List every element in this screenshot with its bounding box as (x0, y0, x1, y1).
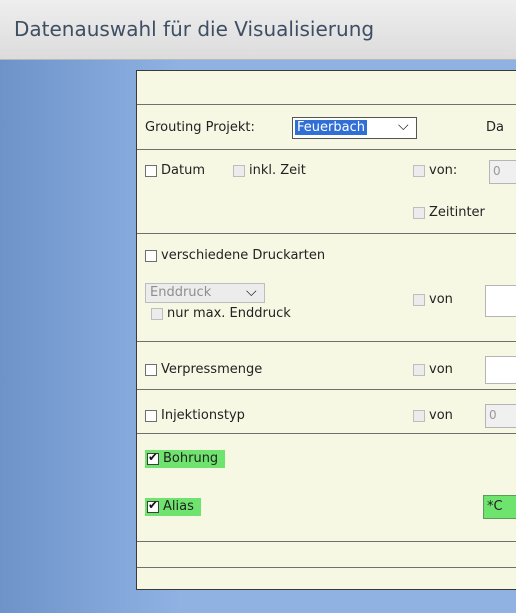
bohrung-label: Bohrung (163, 451, 219, 466)
max-enddruck-label: nur max. Enddruck (167, 306, 291, 321)
injektionstyp-label: Injektionstyp (161, 408, 245, 423)
window-titlebar: Datenauswahl für die Visualisierung (0, 0, 516, 60)
divider (137, 341, 516, 342)
chevron-down-icon: ⌵ (398, 118, 409, 134)
datum-label: Datum (161, 163, 205, 178)
inkl-zeit-label: inkl. Zeit (249, 163, 306, 178)
von-verpress-checkbox[interactable] (413, 364, 425, 376)
druckarten-checkbox[interactable] (145, 250, 157, 262)
von-injektion-label: von (429, 408, 453, 423)
inkl-zeit-checkbox[interactable] (233, 165, 245, 177)
verpressmenge-checkbox[interactable] (145, 364, 157, 376)
divider (137, 149, 516, 150)
divider (137, 433, 516, 434)
von-druck-label: von (429, 292, 453, 307)
alias-input[interactable]: *C (483, 495, 516, 519)
druckart-select-value: Enddruck (150, 285, 212, 300)
project-selected-value: Feuerbach (295, 120, 367, 135)
zeitintervall-checkbox[interactable] (413, 207, 425, 219)
von-injektion-input[interactable]: 0 (485, 404, 516, 428)
project-label: Grouting Projekt: (145, 120, 255, 135)
von-date-label: von: (429, 163, 458, 178)
divider (137, 233, 516, 234)
von-druck-checkbox[interactable] (413, 294, 425, 306)
divider (137, 104, 516, 105)
injektionstyp-checkbox[interactable] (145, 410, 157, 422)
verpressmenge-label: Verpressmenge (161, 362, 263, 377)
alias-label: Alias (163, 499, 194, 514)
divider (137, 541, 516, 542)
von-druck-input[interactable] (485, 285, 516, 317)
alias-checkbox[interactable] (147, 498, 159, 513)
bohrung-checkbox[interactable] (147, 450, 159, 465)
selection-panel: Grouting Projekt: Feuerbach ⌵ Da Datum i… (136, 70, 516, 590)
divider (137, 567, 516, 568)
datum-checkbox[interactable] (145, 165, 157, 177)
von-verpress-input[interactable] (485, 356, 516, 384)
project-date-label: Da (486, 120, 504, 135)
druckarten-label: verschiedene Druckarten (161, 248, 326, 263)
project-select[interactable]: Feuerbach ⌵ (292, 117, 417, 139)
von-injektion-checkbox[interactable] (413, 410, 425, 422)
chevron-down-icon: ⌵ (246, 284, 257, 300)
druckart-select[interactable]: Enddruck ⌵ (145, 283, 265, 303)
von-date-input[interactable]: 0 (489, 160, 516, 184)
max-enddruck-checkbox[interactable] (151, 308, 163, 320)
von-verpress-label: von (429, 362, 453, 377)
window-title: Datenauswahl für die Visualisierung (14, 17, 375, 41)
divider (137, 389, 516, 390)
von-date-checkbox[interactable] (413, 165, 425, 177)
alias-input-value: *C (487, 499, 503, 514)
zeitintervall-label: Zeitinter (429, 205, 485, 220)
